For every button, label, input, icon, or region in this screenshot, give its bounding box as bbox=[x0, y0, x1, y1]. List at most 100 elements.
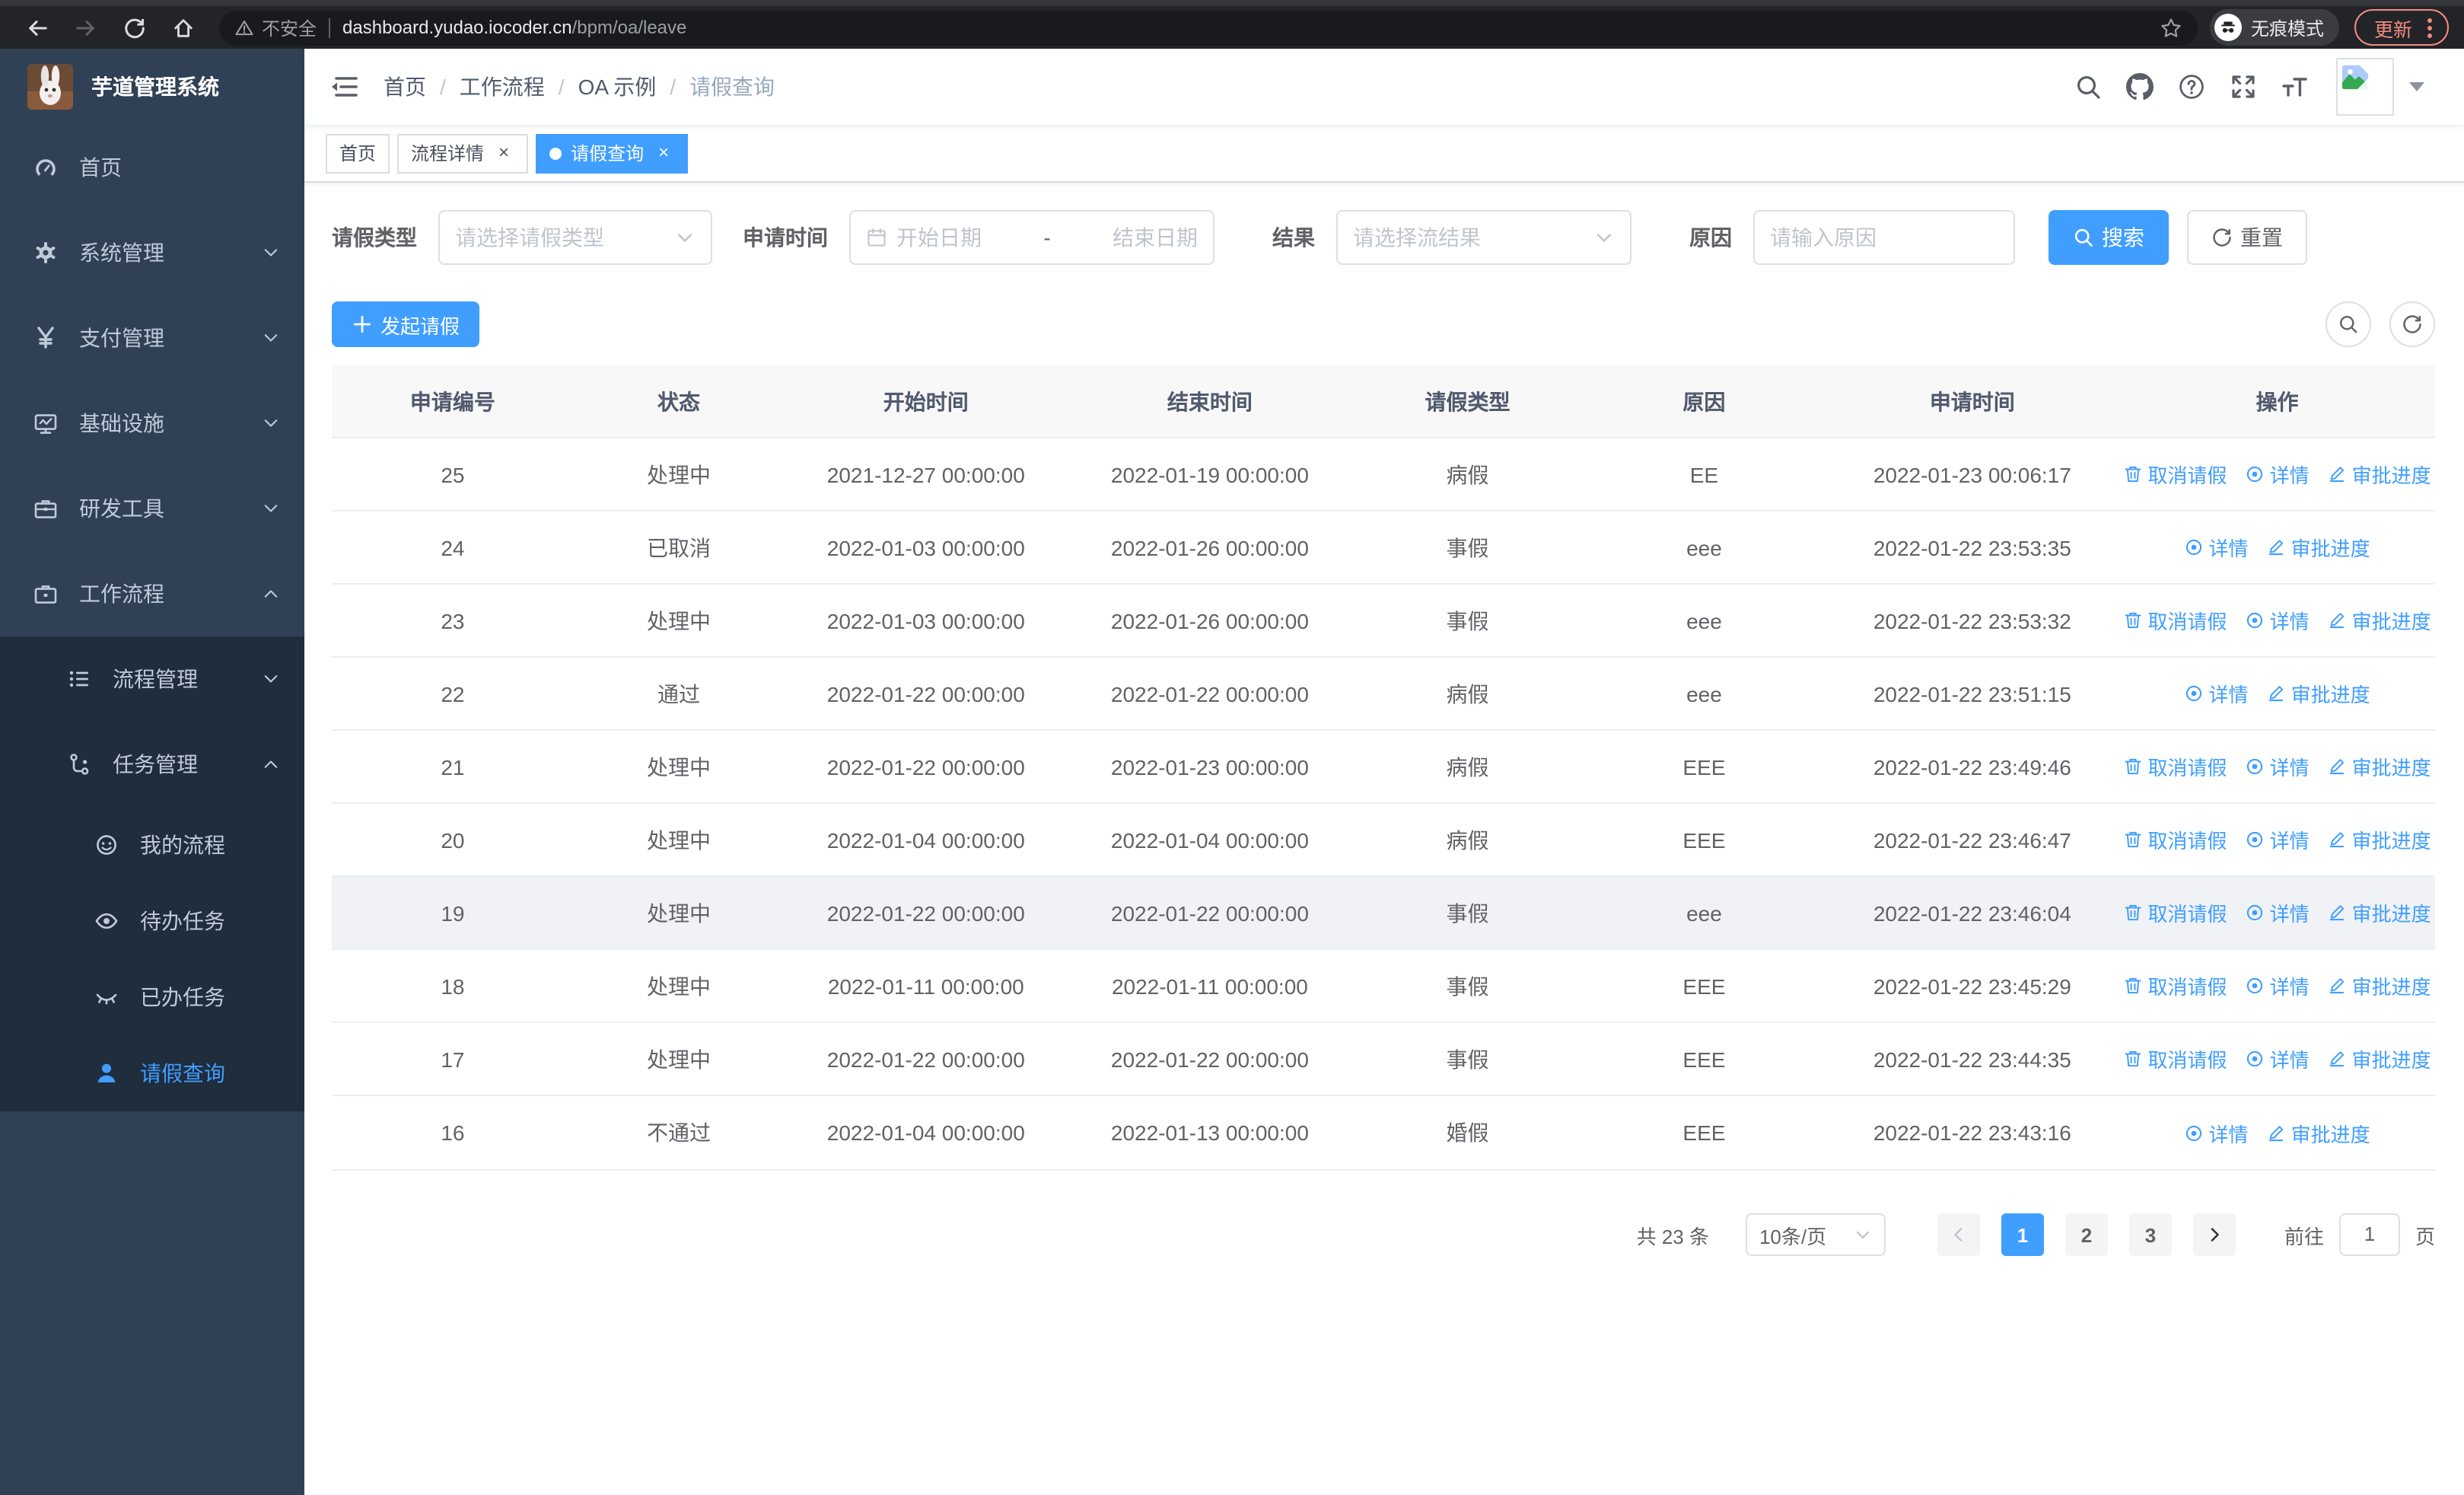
cancel-leave-link[interactable]: 取消请假 bbox=[2124, 971, 2227, 1000]
font-size-icon[interactable] bbox=[2281, 73, 2309, 100]
browser-update-button[interactable]: 更新 bbox=[2354, 9, 2449, 46]
reason-input[interactable]: 请输入原因 bbox=[1753, 210, 2015, 265]
sidebar-collapse-icon[interactable] bbox=[329, 72, 359, 102]
cell-end-time: 2022-01-04 00:00:00 bbox=[1110, 827, 1309, 852]
github-icon[interactable] bbox=[2126, 73, 2154, 100]
cell-id: 16 bbox=[441, 1120, 465, 1145]
detail-link[interactable]: 详情 bbox=[2246, 1044, 2310, 1073]
cell-end-time: 2022-01-22 00:00:00 bbox=[1110, 901, 1309, 925]
approval-progress-link[interactable]: 审批进度 bbox=[2328, 460, 2431, 489]
sidebar-item-process-mgmt[interactable]: 流程管理 bbox=[0, 636, 304, 722]
sidebar-item-home[interactable]: 首页 bbox=[0, 125, 304, 210]
close-icon[interactable]: × bbox=[493, 142, 514, 164]
warning-icon bbox=[235, 20, 253, 35]
sidebar-item-payment[interactable]: 支付管理 bbox=[0, 295, 304, 381]
browser-home-button[interactable] bbox=[164, 9, 201, 46]
close-icon[interactable]: × bbox=[653, 142, 674, 164]
create-leave-button[interactable]: 发起请假 bbox=[332, 301, 480, 347]
cancel-leave-link[interactable]: 取消请假 bbox=[2124, 606, 2227, 635]
view-icon bbox=[2247, 758, 2263, 775]
cancel-leave-link[interactable]: 取消请假 bbox=[2124, 898, 2227, 927]
cancel-leave-link[interactable]: 取消请假 bbox=[2124, 825, 2227, 854]
page-button-3[interactable]: 3 bbox=[2128, 1213, 2172, 1256]
goto-label: 前往 bbox=[2284, 1225, 2324, 1248]
refresh-table-button[interactable] bbox=[2389, 301, 2435, 347]
user-icon bbox=[94, 1061, 119, 1085]
avatar-caret-icon[interactable] bbox=[2409, 82, 2424, 91]
address-bar[interactable]: 不安全 dashboard.yudao.iocoder.cn/bpm/oa/le… bbox=[219, 10, 2198, 45]
column-header: 状态 bbox=[657, 389, 701, 413]
tab-home[interactable]: 首页 bbox=[326, 133, 390, 173]
cancel-leave-link[interactable]: 取消请假 bbox=[2124, 1044, 2227, 1073]
tab-process-detail[interactable]: 流程详情 × bbox=[397, 133, 529, 173]
page-button-1[interactable]: 1 bbox=[2001, 1213, 2044, 1256]
sidebar-item-label: 研发工具 bbox=[79, 496, 164, 521]
cell-leave-type: 事假 bbox=[1446, 535, 1489, 559]
column-header: 申请编号 bbox=[409, 389, 495, 413]
browser-reload-button[interactable] bbox=[116, 9, 152, 46]
sidebar-item-task-mgmt[interactable]: 任务管理 bbox=[0, 722, 304, 807]
approval-progress-link[interactable]: 审批进度 bbox=[2328, 825, 2431, 854]
app-logo[interactable]: 芋道管理系统 bbox=[0, 49, 304, 125]
cell-reason: EE bbox=[1689, 462, 1719, 486]
edit-icon bbox=[2330, 905, 2345, 921]
sidebar-item-my-process[interactable]: 我的流程 bbox=[0, 807, 304, 883]
goto-page-input[interactable]: 1 bbox=[2338, 1213, 2400, 1256]
page-size-select[interactable]: 10条/页 bbox=[1745, 1213, 1886, 1256]
cell-reason: EEE bbox=[1682, 754, 1726, 779]
help-icon[interactable] bbox=[2178, 73, 2205, 100]
eye-open-icon bbox=[94, 909, 119, 933]
detail-link[interactable]: 详情 bbox=[2185, 1118, 2249, 1147]
result-select[interactable]: 请选择流结果 bbox=[1336, 210, 1632, 265]
approval-progress-link[interactable]: 审批进度 bbox=[2267, 679, 2370, 708]
sidebar-item-dev-tools[interactable]: 研发工具 bbox=[0, 466, 304, 551]
sidebar-item-workflow[interactable]: 工作流程 bbox=[0, 551, 304, 636]
bookmark-star-icon[interactable] bbox=[2160, 16, 2182, 39]
header-search-icon[interactable] bbox=[2074, 73, 2102, 100]
detail-link[interactable]: 详情 bbox=[2246, 460, 2310, 489]
approval-progress-link[interactable]: 审批进度 bbox=[2328, 606, 2431, 635]
leave-type-select[interactable]: 请选择请假类型 bbox=[438, 210, 712, 265]
monitor-icon bbox=[33, 411, 58, 435]
browser-back-button[interactable] bbox=[18, 9, 55, 46]
cell-end-time: 2022-01-22 00:00:00 bbox=[1110, 1047, 1309, 1071]
breadcrumb-workflow[interactable]: 工作流程 bbox=[460, 72, 545, 102]
detail-link[interactable]: 详情 bbox=[2246, 825, 2310, 854]
sidebar-item-system[interactable]: 系统管理 bbox=[0, 210, 304, 295]
next-page-button[interactable] bbox=[2192, 1213, 2236, 1256]
breadcrumb-home[interactable]: 首页 bbox=[384, 72, 426, 102]
page-button-2[interactable]: 2 bbox=[2064, 1213, 2108, 1256]
sidebar-item-infrastructure[interactable]: 基础设施 bbox=[0, 381, 304, 466]
fullscreen-icon[interactable] bbox=[2230, 73, 2257, 100]
browser-menu-icon[interactable] bbox=[2424, 14, 2435, 40]
approval-progress-link[interactable]: 审批进度 bbox=[2267, 533, 2370, 562]
sidebar-item-leave-query[interactable]: 请假查询 bbox=[0, 1035, 304, 1111]
toggle-search-button[interactable] bbox=[2326, 301, 2371, 347]
cancel-leave-link[interactable]: 取消请假 bbox=[2124, 460, 2227, 489]
detail-link[interactable]: 详情 bbox=[2246, 971, 2310, 1000]
edit-icon bbox=[2330, 1051, 2345, 1067]
detail-link[interactable]: 详情 bbox=[2246, 752, 2310, 781]
approval-progress-link[interactable]: 审批进度 bbox=[2328, 898, 2431, 927]
prev-page-button[interactable] bbox=[1937, 1213, 1980, 1256]
sidebar-item-done-tasks[interactable]: 已办任务 bbox=[0, 959, 304, 1035]
approval-progress-link[interactable]: 审批进度 bbox=[2328, 1044, 2431, 1073]
cancel-leave-link[interactable]: 取消请假 bbox=[2124, 752, 2227, 781]
browser-forward-button[interactable] bbox=[67, 9, 103, 46]
tab-leave-query[interactable]: 请假查询 × bbox=[536, 133, 689, 173]
user-avatar[interactable] bbox=[2336, 58, 2394, 116]
approval-progress-link[interactable]: 审批进度 bbox=[2328, 971, 2431, 1000]
detail-link[interactable]: 详情 bbox=[2246, 898, 2310, 927]
sidebar-item-todo-tasks[interactable]: 待办任务 bbox=[0, 883, 304, 959]
approval-progress-link[interactable]: 审批进度 bbox=[2328, 752, 2431, 781]
detail-link[interactable]: 详情 bbox=[2185, 679, 2249, 708]
approval-progress-link[interactable]: 审批进度 bbox=[2267, 1118, 2370, 1147]
detail-link[interactable]: 详情 bbox=[2246, 606, 2310, 635]
cell-end-time: 2022-01-23 00:00:00 bbox=[1110, 754, 1309, 779]
reset-button[interactable]: 重置 bbox=[2187, 210, 2307, 265]
breadcrumb-oa-example[interactable]: OA 示例 bbox=[578, 72, 657, 102]
detail-link[interactable]: 详情 bbox=[2185, 533, 2249, 562]
apply-time-range-picker[interactable]: 开始日期 - 结束日期 bbox=[849, 210, 1214, 265]
search-button[interactable]: 搜索 bbox=[2049, 210, 2169, 265]
sidebar-item-label: 支付管理 bbox=[79, 326, 164, 350]
